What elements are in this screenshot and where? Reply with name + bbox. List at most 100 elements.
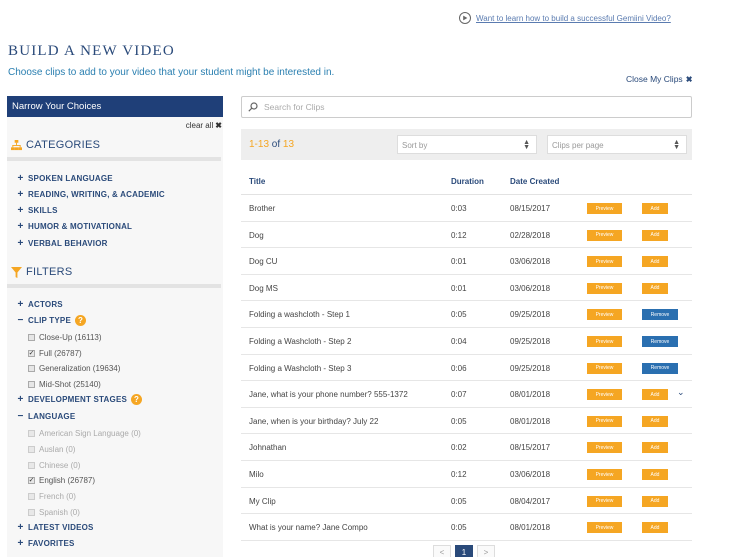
clip-title: What is your name? Jane Compo bbox=[249, 523, 368, 533]
option-label: Auslan (0) bbox=[39, 445, 76, 454]
preview-button[interactable]: Preview bbox=[587, 442, 622, 454]
add-button[interactable]: Add bbox=[642, 282, 668, 294]
preview-button[interactable]: Preview bbox=[587, 309, 622, 321]
clip-duration: 0:05 bbox=[451, 310, 467, 320]
close-my-clips-button[interactable]: Close My Clips ✖ bbox=[626, 74, 692, 84]
clip-type-option-close-up[interactable]: Close-Up (16113) bbox=[28, 333, 102, 342]
filter-latest-videos[interactable]: + LATEST VIDEOS bbox=[17, 522, 94, 533]
page-button-current[interactable]: 1 bbox=[455, 545, 473, 557]
column-date-created[interactable]: Date Created bbox=[510, 177, 559, 186]
clip-title: Jane, what is your phone number? 555-137… bbox=[249, 390, 408, 400]
filter-language[interactable]: − LANGUAGE bbox=[17, 411, 75, 422]
help-video-link[interactable]: Want to learn how to build a successful … bbox=[459, 12, 671, 24]
checkbox[interactable] bbox=[28, 365, 35, 372]
checkbox[interactable] bbox=[28, 381, 35, 388]
per-page-select-label: Clips per page bbox=[552, 141, 604, 150]
clear-all-button[interactable]: clear all ✖ bbox=[186, 121, 222, 130]
category-spoken-language[interactable]: + SPOKEN LANGUAGE bbox=[17, 173, 113, 184]
category-reading-writing[interactable]: + READING, WRITING, & ACADEMIC bbox=[17, 189, 165, 200]
preview-button[interactable]: Preview bbox=[587, 389, 622, 401]
preview-button[interactable]: Preview bbox=[587, 256, 622, 268]
preview-button[interactable]: Preview bbox=[587, 282, 622, 294]
clip-title: Milo bbox=[249, 470, 264, 479]
preview-button[interactable]: Preview bbox=[587, 495, 622, 507]
clip-title: Dog MS bbox=[249, 283, 278, 293]
checkbox-checked[interactable]: ✓ bbox=[28, 477, 35, 484]
add-button[interactable]: Add bbox=[642, 256, 668, 268]
clips-per-page-select[interactable]: Clips per page ▲ ▼ bbox=[547, 135, 687, 154]
clip-duration: 0:05 bbox=[451, 523, 467, 533]
clip-type-option-full[interactable]: ✓ Full (26787) bbox=[28, 349, 82, 358]
table-row: Brother 0:03 08/15/2017 Preview Add bbox=[241, 195, 692, 222]
add-button[interactable]: Add bbox=[642, 389, 668, 401]
help-question-icon[interactable]: ? bbox=[131, 394, 143, 405]
filter-development-stages[interactable]: + DEVELOPMENT STAGES? bbox=[17, 394, 143, 405]
plus-icon: + bbox=[17, 189, 24, 200]
chevron-down-icon[interactable]: ⌄ bbox=[677, 387, 685, 398]
column-title[interactable]: Title bbox=[249, 177, 265, 186]
preview-button[interactable]: Preview bbox=[587, 415, 622, 427]
language-option-english[interactable]: ✓ English (26787) bbox=[28, 476, 95, 485]
filters-title: FILTERS bbox=[26, 266, 73, 278]
filter-clip-type[interactable]: − CLIP TYPE? bbox=[17, 315, 86, 326]
search-box[interactable] bbox=[241, 96, 692, 118]
preview-button[interactable]: Preview bbox=[587, 362, 622, 374]
close-icon: ✖ bbox=[215, 121, 222, 130]
table-row: What is your name? Jane Compo 0:05 08/01/2… bbox=[241, 514, 692, 541]
sort-select-label: Sort by bbox=[402, 141, 428, 150]
filter-actors[interactable]: + ACTORS bbox=[17, 299, 63, 310]
add-button[interactable]: Add bbox=[642, 415, 668, 427]
sidebar-header: Narrow Your Choices bbox=[7, 96, 223, 117]
clip-date: 08/01/2018 bbox=[510, 390, 551, 400]
table-row: Folding a Washcloth - Step 3 0:06 09/25/20… bbox=[241, 355, 692, 382]
category-label: HUMOR & MOTIVATIONAL bbox=[28, 222, 133, 231]
clip-title: Jane, when is your birthday? July 22 bbox=[249, 416, 379, 426]
option-label: Chinese (0) bbox=[39, 461, 81, 470]
preview-button[interactable]: Preview bbox=[587, 203, 622, 214]
checkbox-checked[interactable]: ✓ bbox=[28, 350, 35, 357]
filter-favorites[interactable]: + FAVORITES bbox=[17, 538, 75, 549]
remove-button[interactable]: Remove bbox=[642, 362, 678, 374]
minus-icon: − bbox=[17, 315, 24, 326]
sort-select[interactable]: Sort by ▲ ▼ bbox=[397, 135, 537, 154]
add-button[interactable]: Add bbox=[642, 522, 668, 534]
help-link-text[interactable]: Want to learn how to build a successful … bbox=[476, 14, 671, 23]
clip-type-option-mid-shot[interactable]: Mid-Shot (25140) bbox=[28, 380, 101, 389]
column-duration[interactable]: Duration bbox=[451, 177, 484, 186]
remove-button[interactable]: Remove bbox=[642, 336, 678, 347]
clip-duration: 0:01 bbox=[451, 257, 467, 267]
plus-icon: + bbox=[17, 205, 24, 216]
category-humor-motivational[interactable]: + HUMOR & MOTIVATIONAL bbox=[17, 221, 132, 232]
category-verbal-behavior[interactable]: + VERBAL BEHAVIOR bbox=[17, 238, 108, 249]
checkbox[interactable] bbox=[28, 334, 35, 341]
clip-date: 03/06/2018 bbox=[510, 470, 551, 479]
next-page-button[interactable]: > bbox=[477, 545, 495, 557]
table-row: Jane, when is your birthday? July 22 0:05… bbox=[241, 408, 692, 435]
table-row: Dog MS 0:01 03/06/2018 Preview Add bbox=[241, 275, 692, 302]
updown-arrows-icon: ▲ ▼ bbox=[673, 139, 680, 151]
plus-icon: + bbox=[17, 522, 24, 533]
search-input[interactable] bbox=[264, 102, 664, 112]
clip-type-option-generalization[interactable]: Generalization (19634) bbox=[28, 364, 120, 373]
add-button[interactable]: Add bbox=[642, 495, 668, 507]
add-button[interactable]: Add bbox=[642, 229, 668, 241]
category-skills[interactable]: + SKILLS bbox=[17, 205, 58, 216]
clip-title: Folding a Washcloth - Step 3 bbox=[249, 363, 352, 373]
remove-button[interactable]: Remove bbox=[642, 309, 678, 321]
close-my-clips-label: Close My Clips bbox=[626, 74, 683, 84]
option-label: Mid-Shot (25140) bbox=[39, 380, 101, 389]
add-button[interactable]: Add bbox=[642, 469, 668, 480]
help-question-icon[interactable]: ? bbox=[75, 315, 86, 326]
page-subtitle: Choose clips to add to your video that y… bbox=[8, 67, 335, 78]
option-label: American Sign Language (0) bbox=[39, 429, 141, 438]
prev-page-button[interactable]: < bbox=[433, 545, 451, 557]
add-button[interactable]: Add bbox=[642, 203, 668, 214]
sitemap-icon bbox=[11, 139, 22, 150]
preview-button[interactable]: Preview bbox=[587, 469, 622, 480]
preview-button[interactable]: Preview bbox=[587, 522, 622, 534]
checkbox bbox=[28, 462, 35, 469]
preview-button[interactable]: Preview bbox=[587, 336, 622, 347]
sidebar: Narrow Your Choices clear all ✖ CATEGORI… bbox=[7, 96, 223, 557]
preview-button[interactable]: Preview bbox=[587, 229, 622, 241]
add-button[interactable]: Add bbox=[642, 442, 668, 454]
